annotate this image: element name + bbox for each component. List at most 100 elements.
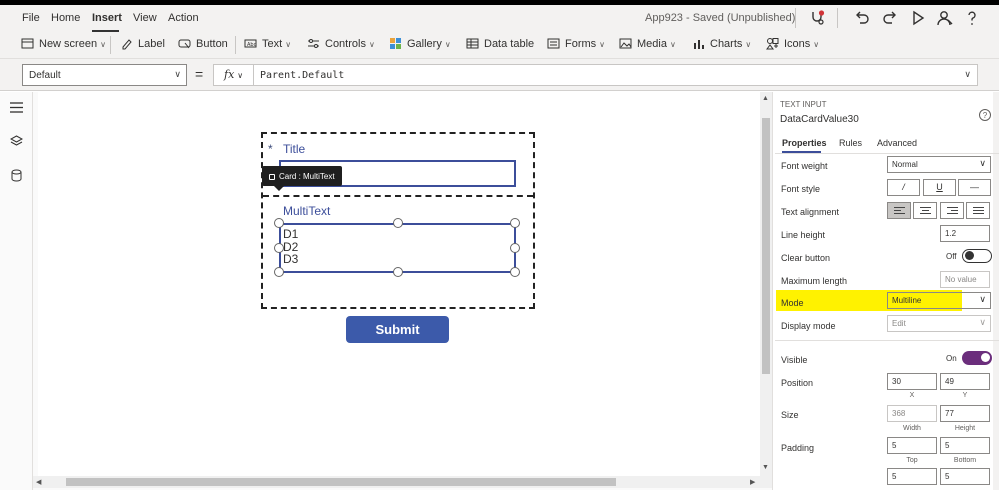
align-line [894,210,901,211]
resize-handle-right[interactable] [510,243,520,253]
charts-icon [694,40,704,49]
data-database-icon[interactable] [10,169,23,182]
align-line [973,210,984,211]
fx-button[interactable]: fx ∨ [213,64,255,86]
menu-view[interactable]: View [133,12,157,24]
menu-bar: File Home Insert View Action App923 - Sa… [0,5,999,32]
position-y-input[interactable]: 49 [940,373,990,390]
label-button[interactable]: Label [120,37,165,50]
button-label: Button [196,38,228,50]
scroll-left-arrow-icon[interactable]: ◀ [36,478,41,486]
align-line [920,207,931,208]
multitext-input[interactable] [279,223,516,273]
undo-icon[interactable] [853,9,871,27]
align-line [920,213,931,214]
toggle-knob [981,353,990,362]
icons-icon [766,38,779,50]
align-center-button[interactable] [913,202,937,219]
data-table-button[interactable]: Data table [466,37,534,50]
visible-toggle[interactable] [962,351,992,365]
maximum-length-input[interactable]: No value [940,271,990,288]
preview-play-icon[interactable] [909,9,927,27]
padding-right-input[interactable]: 5 [940,468,990,485]
equals-sign: = [195,66,204,82]
submit-button[interactable]: Submit [346,316,449,343]
display-mode-dropdown[interactable]: Edit ∨ [887,315,991,332]
canvas-vertical-scroll-thumb[interactable] [762,118,770,374]
align-line [947,207,958,208]
scroll-up-arrow-icon[interactable]: ▲ [762,95,769,102]
clear-button-label: Clear button [781,253,831,263]
resize-handle-top[interactable] [393,218,403,228]
resize-handle-top-right[interactable] [510,218,520,228]
share-user-icon[interactable] [936,9,954,27]
card-tooltip: Card : MultiText [262,166,342,186]
tree-view-layers-icon[interactable] [10,135,23,148]
canvas-horizontal-scroll-thumb[interactable] [66,478,616,486]
align-line [894,213,905,214]
forms-menu-button[interactable]: Forms ∨ [547,37,605,50]
toggle-knob [965,251,974,260]
hamburger-menu-icon[interactable] [10,102,23,113]
display-mode-label: Display mode [781,321,836,331]
menu-home[interactable]: Home [51,12,80,24]
resize-handle-bottom-right[interactable] [510,267,520,277]
underline-button[interactable]: U [923,179,956,196]
button-button[interactable]: Button [178,37,228,50]
controls-menu-button[interactable]: Controls ∨ [307,37,375,50]
padding-top-input[interactable]: 5 [887,437,937,454]
font-weight-dropdown[interactable]: Normal ∨ [887,156,991,173]
menu-file[interactable]: File [22,12,40,24]
resize-handle-left[interactable] [274,243,284,253]
app-checker-icon[interactable] [808,9,826,27]
charts-menu-button[interactable]: Charts ∨ [692,37,751,50]
position-x-input[interactable]: 30 [887,373,937,390]
controls-icon [308,39,319,48]
text-menu-button[interactable]: Abc Text ∨ [244,37,291,50]
insert-ribbon: New screen ∨ Label Button Abc Text ∨ Contro… [0,32,999,59]
properties-scrollbar[interactable] [993,92,999,490]
forms-icon [547,38,560,49]
control-name[interactable]: DataCardValue30 [780,114,859,125]
align-right-button[interactable] [940,202,964,219]
formula-bar: Default ∨ = fx ∨ Parent.Default ∨ [0,59,999,91]
multitext-field-label: MultiText [283,204,331,218]
display-mode-value: Edit [892,319,906,328]
line-height-input[interactable]: 1.2 [940,225,990,242]
resize-handle-bottom[interactable] [393,267,403,277]
scroll-right-arrow-icon[interactable]: ▶ [750,478,755,486]
align-line [973,207,984,208]
tab-properties[interactable]: Properties [782,138,827,148]
align-left-button[interactable] [887,202,911,219]
line-height-label: Line height [781,230,826,240]
menu-action[interactable]: Action [168,12,199,24]
gallery-menu-button[interactable]: Gallery ∨ [389,37,451,50]
chevron-down-icon: ∨ [745,40,752,49]
media-menu-button[interactable]: Media ∨ [619,37,676,50]
tab-rules[interactable]: Rules [839,138,862,148]
italic-button[interactable]: / [887,179,920,196]
icons-menu-button[interactable]: Icons ∨ [766,37,819,50]
expand-formula-icon[interactable]: ∨ [964,69,971,80]
padding-bottom-input[interactable]: 5 [940,437,990,454]
size-height-input[interactable]: 77 [940,405,990,422]
redo-icon[interactable] [881,9,899,27]
tab-advanced[interactable]: Advanced [877,138,917,148]
help-icon[interactable] [963,9,981,27]
strikethrough-button[interactable]: — [958,179,991,196]
size-width-input[interactable]: 368 [887,405,937,422]
menu-insert[interactable]: Insert [92,12,122,24]
mode-dropdown[interactable]: Multiline ∨ [887,292,991,309]
resize-handle-bottom-left[interactable] [274,267,284,277]
new-screen-icon [21,38,34,49]
help-circle-icon[interactable]: ? [979,109,991,121]
clear-button-toggle[interactable] [962,249,992,263]
new-screen-button[interactable]: New screen ∨ [21,37,106,50]
formula-input[interactable]: Parent.Default ∨ [253,64,978,86]
scroll-down-arrow-icon[interactable]: ▼ [762,464,769,471]
property-dropdown[interactable]: Default ∨ [22,64,187,86]
padding-left-input[interactable]: 5 [887,468,937,485]
align-justify-button[interactable] [966,202,990,219]
resize-handle-top-left[interactable] [274,218,284,228]
required-indicator: * [268,142,273,156]
